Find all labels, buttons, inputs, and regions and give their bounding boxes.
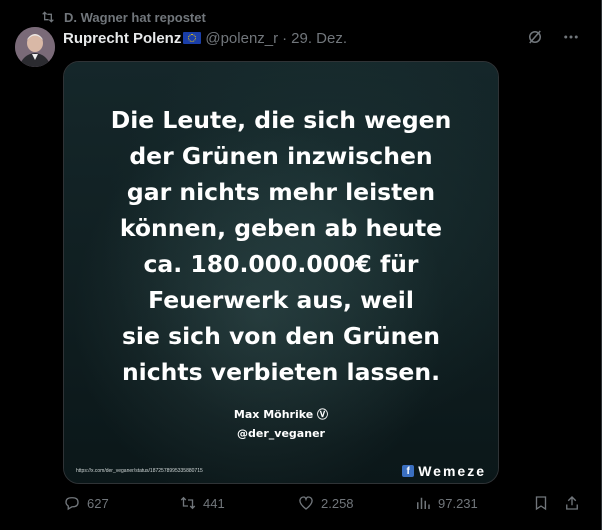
bookmark-button[interactable]: [532, 494, 550, 512]
reply-count: 627: [87, 495, 109, 511]
quote-line: Die Leute, die sich wegen: [110, 106, 452, 134]
image-brand: f Wemeze: [402, 463, 486, 479]
reply-button[interactable]: 627: [63, 494, 109, 512]
brand-name: Wemeze: [418, 463, 486, 479]
quote-line: sie sich von den Grünen: [121, 322, 441, 350]
like-button[interactable]: 2.258: [297, 494, 354, 512]
repost-icon: [180, 496, 196, 510]
share-icon: [566, 496, 578, 510]
image-quote-text: Die Leute, die sich wegen der Grünen inz…: [74, 102, 488, 390]
repost-button[interactable]: 441: [179, 494, 225, 512]
grok-icon[interactable]: [526, 28, 544, 46]
views-count: 97.231: [438, 495, 478, 511]
quote-line: der Grünen inzwischen: [129, 142, 433, 170]
share-button[interactable]: [563, 494, 581, 512]
like-count: 2.258: [321, 495, 354, 511]
image-source-url: https://x.com/der_veganer/status/1872578…: [76, 468, 203, 474]
tweet-top-actions: [526, 28, 580, 46]
quote-line: ca. 180.000.000€ für: [143, 250, 419, 278]
quote-line: nichts verbieten lassen.: [121, 358, 441, 386]
analytics-icon: [417, 497, 430, 509]
tweet-image[interactable]: Die Leute, die sich wegen der Grünen inz…: [63, 61, 499, 484]
eu-flag-icon: [183, 32, 202, 44]
reply-icon: [65, 497, 79, 511]
repost-indicator[interactable]: D. Wagner hat repostet: [40, 8, 206, 26]
avatar[interactable]: [15, 27, 55, 67]
more-icon[interactable]: [562, 28, 580, 46]
separator-dot: ·: [282, 29, 288, 47]
bookmark-icon: [535, 496, 547, 511]
repost-text: D. Wagner hat repostet: [64, 9, 206, 25]
image-attribution: Max Möhrike Ⓥ @der_veganer: [64, 405, 498, 443]
repost-count: 441: [203, 495, 225, 511]
author-name[interactable]: Ruprecht Polenz: [63, 30, 181, 47]
tweet-date[interactable]: 29. Dez.: [291, 30, 347, 47]
tweet-header: Ruprecht Polenz @polenz_r · 29. Dez.: [63, 28, 347, 48]
views-button[interactable]: 97.231: [414, 494, 478, 512]
heart-icon: [299, 496, 313, 510]
quote-line: Feuerwerk aus, weil: [148, 286, 414, 314]
attribution-handle: @der_veganer: [237, 427, 325, 440]
quote-line: gar nichts mehr leisten: [126, 178, 436, 206]
facebook-icon: f: [402, 465, 415, 477]
quote-line: können, geben ab heute: [119, 214, 443, 242]
repost-icon: [42, 11, 54, 23]
attribution-name: Max Möhrike Ⓥ: [233, 408, 329, 421]
author-handle[interactable]: @polenz_r: [205, 30, 278, 47]
tweet-actions: 627 441 2.258 97.231: [63, 490, 583, 516]
